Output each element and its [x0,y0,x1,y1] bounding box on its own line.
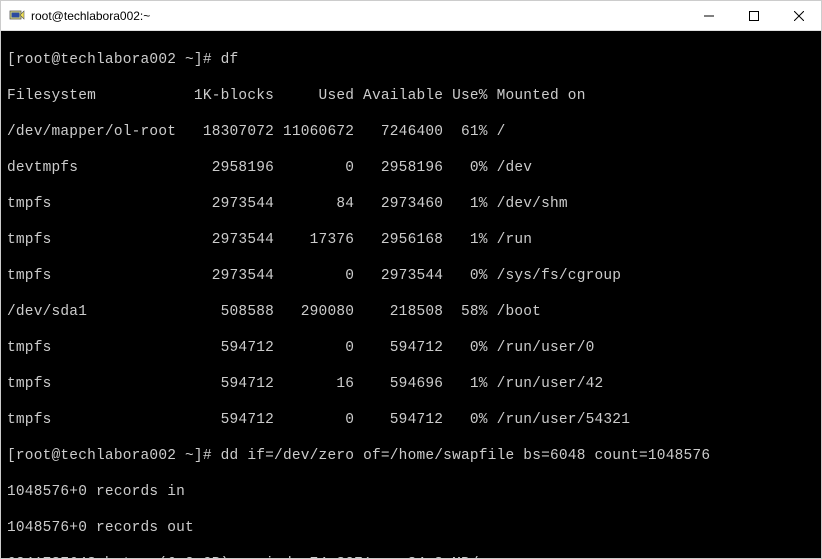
command-dd: dd if=/dev/zero of=/home/swapfile bs=604… [221,448,711,464]
df-row: tmpfs 594712 0 594712 0% /run/user/54321 [7,411,815,429]
command-df: df [221,52,239,68]
prompt: [root@techlabora002 ~]# [7,448,212,464]
titlebar[interactable]: root@techlabora002:~ [1,1,821,31]
close-button[interactable] [776,1,821,30]
dd-output: 1048576+0 records out [7,519,815,537]
putty-icon [9,8,25,24]
df-header: Filesystem 1K-blocks Used Available Use%… [7,87,815,105]
df-row: tmpfs 2973544 0 2973544 0% /sys/fs/cgrou… [7,267,815,285]
minimize-button[interactable] [686,1,731,30]
maximize-button[interactable] [731,1,776,30]
window-title: root@techlabora002:~ [31,9,686,23]
df-row: /dev/sda1 508588 290080 218508 58% /boot [7,303,815,321]
app-window: root@techlabora002:~ [root@techlabora002… [0,0,822,559]
terminal-content[interactable]: [root@techlabora002 ~]# df Filesystem 1K… [1,31,821,558]
window-controls [686,1,821,30]
df-row: tmpfs 594712 0 594712 0% /run/user/0 [7,339,815,357]
df-row: tmpfs 594712 16 594696 1% /run/user/42 [7,375,815,393]
prompt: [root@techlabora002 ~]# [7,52,212,68]
df-row: tmpfs 2973544 17376 2956168 1% /run [7,231,815,249]
df-row: tmpfs 2973544 84 2973460 1% /dev/shm [7,195,815,213]
dd-output: 6341787648 bytes (6.3 GB) copied, 74.827… [7,555,815,558]
df-row: devtmpfs 2958196 0 2958196 0% /dev [7,159,815,177]
df-row: /dev/mapper/ol-root 18307072 11060672 72… [7,123,815,141]
dd-output: 1048576+0 records in [7,483,815,501]
